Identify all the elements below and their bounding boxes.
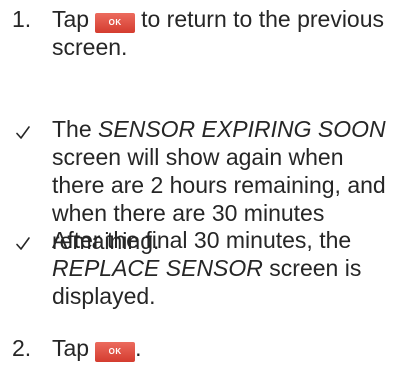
step-1-number: 1. (12, 6, 32, 32)
ok-button-icon: OK (95, 13, 136, 33)
note-1-emphasis: SENSOR EXPIRING SOON (98, 116, 386, 142)
step-1: 1. Tap OK to return to the previous screen… (12, 5, 402, 61)
step-2-text-after: . (135, 335, 142, 361)
note-2: After the final 30 minutes, the REPLACE … (12, 226, 402, 310)
note-2-emphasis: REPLACE SENSOR (52, 255, 263, 281)
step-2-text: Tap OK. (52, 334, 402, 362)
note-2-before: After the final 30 minutes, the (52, 227, 352, 253)
step-1-text-before: Tap (52, 6, 90, 32)
checkmark-icon (12, 115, 52, 143)
step-2: 2. Tap OK. (12, 334, 402, 362)
note-1-before: The (52, 116, 99, 142)
checkmark-icon (12, 226, 52, 254)
step-2-number: 2. (12, 335, 32, 361)
note-2-text: After the final 30 minutes, the REPLACE … (52, 226, 402, 310)
ok-button-icon: OK (95, 342, 136, 362)
step-1-text: Tap OK to return to the previous screen. (52, 5, 402, 61)
step-2-text-before: Tap (52, 335, 90, 361)
